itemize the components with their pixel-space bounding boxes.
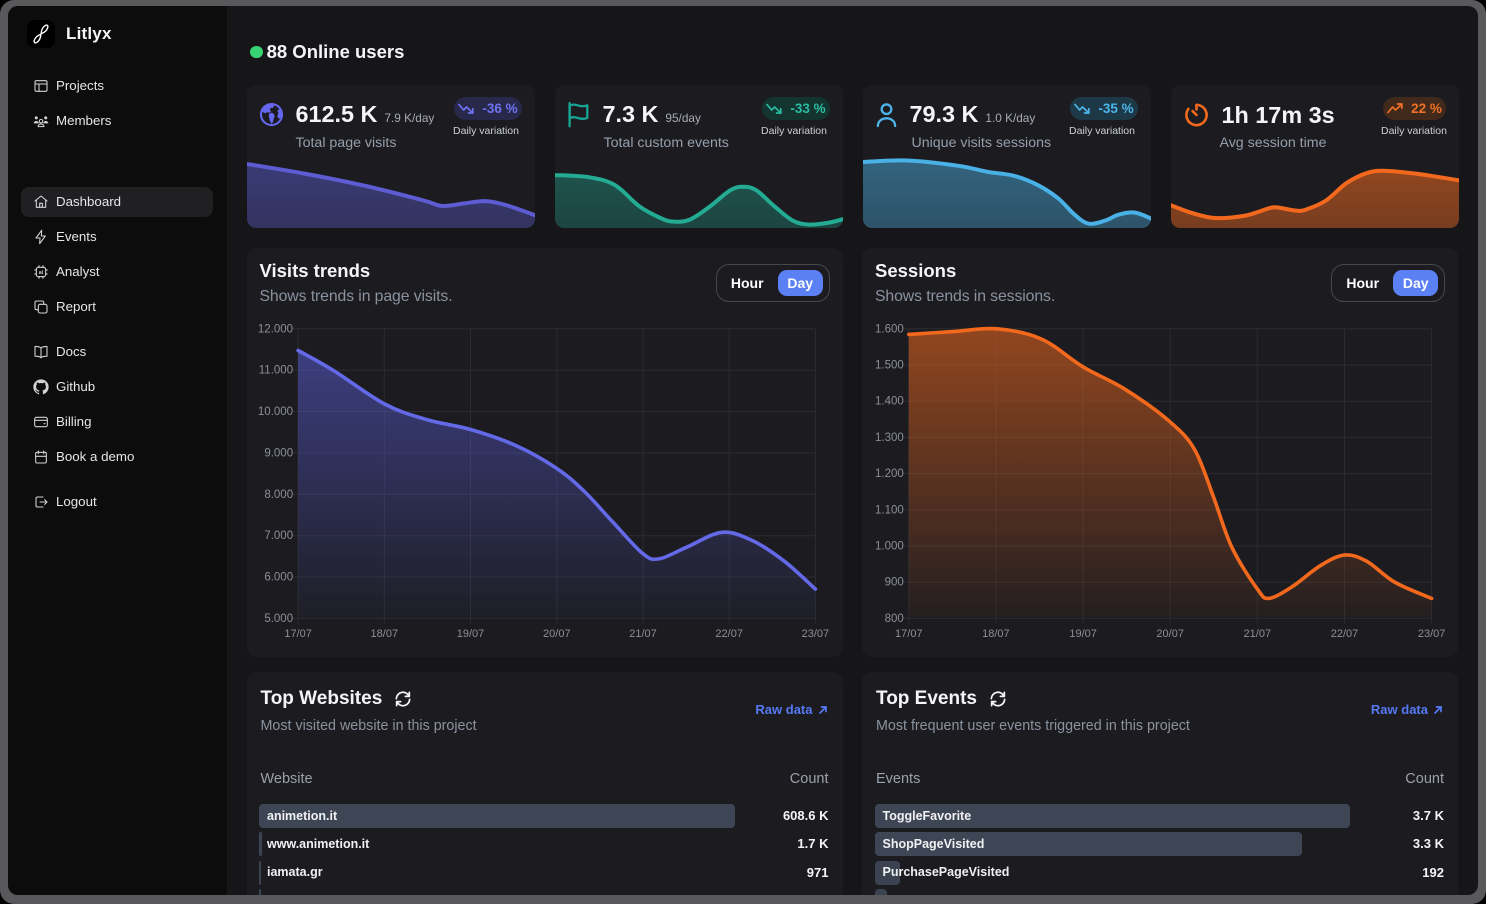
svg-text:19/07: 19/07 <box>456 628 484 640</box>
svg-text:8.000: 8.000 <box>264 488 293 500</box>
svg-text:22/07: 22/07 <box>715 628 743 640</box>
svg-text:800: 800 <box>885 612 904 624</box>
svg-text:11.000: 11.000 <box>258 364 292 376</box>
svg-text:1.300: 1.300 <box>875 431 904 443</box>
svg-text:20/07: 20/07 <box>1156 628 1184 640</box>
svg-text:1.500: 1.500 <box>875 359 904 371</box>
svg-text:20/07: 20/07 <box>543 628 571 640</box>
svg-text:22/07: 22/07 <box>1331 628 1359 640</box>
svg-text:17/07: 17/07 <box>284 628 312 640</box>
svg-text:12.000: 12.000 <box>257 323 292 335</box>
svg-text:6.000: 6.000 <box>264 571 293 583</box>
svg-text:18/07: 18/07 <box>982 628 1010 640</box>
svg-text:1.000: 1.000 <box>875 540 904 552</box>
svg-text:21/07: 21/07 <box>629 628 657 640</box>
svg-text:1.200: 1.200 <box>875 468 904 480</box>
svg-text:23/07: 23/07 <box>1418 628 1446 640</box>
svg-text:5.000: 5.000 <box>264 612 293 624</box>
svg-text:17/07: 17/07 <box>895 628 923 640</box>
svg-text:9.000: 9.000 <box>264 447 293 459</box>
svg-text:7.000: 7.000 <box>264 530 293 542</box>
svg-text:10.000: 10.000 <box>257 406 292 418</box>
svg-text:23/07: 23/07 <box>801 628 829 640</box>
svg-text:19/07: 19/07 <box>1069 628 1097 640</box>
svg-text:1.600: 1.600 <box>875 323 904 335</box>
svg-text:21/07: 21/07 <box>1244 628 1272 640</box>
svg-text:1.100: 1.100 <box>875 504 904 516</box>
svg-text:900: 900 <box>885 576 904 588</box>
svg-text:ai: ai <box>39 270 44 276</box>
svg-text:1.400: 1.400 <box>875 395 904 407</box>
svg-text:18/07: 18/07 <box>370 628 398 640</box>
